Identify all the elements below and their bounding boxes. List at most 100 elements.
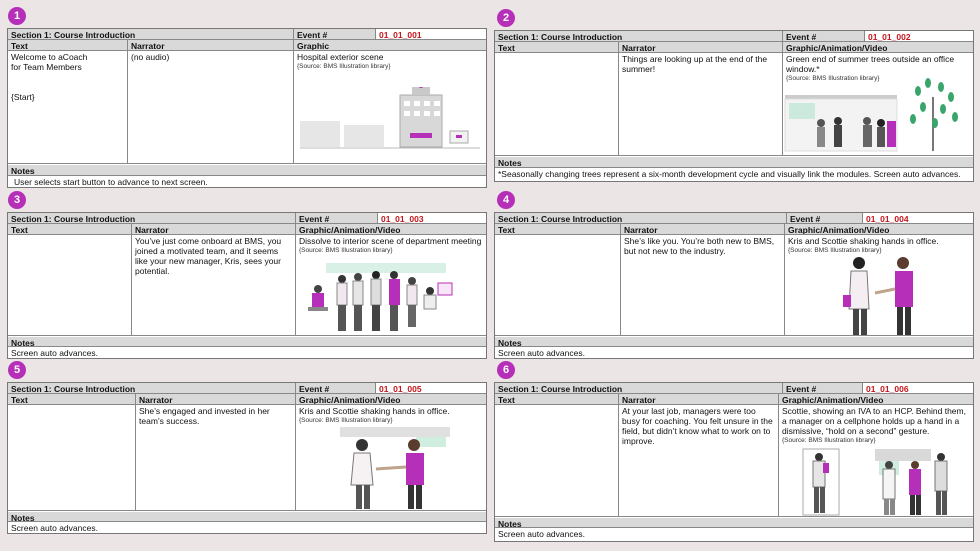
content-row: She’s like you. You’re both new to BMS, …	[495, 235, 973, 336]
narrator-text: She’s engaged and invested in her team’s…	[136, 405, 296, 510]
column-header-row: Text Narrator Graphic	[8, 40, 486, 51]
section-header-row: Section 1: Course Introduction Event # 0…	[495, 383, 973, 394]
notes-header-row: Notes	[8, 337, 486, 347]
narrator-column-header: Narrator	[619, 394, 779, 404]
narrator-column-header: Narrator	[619, 42, 783, 52]
section-header-row: Section 1: Course Introduction Event # 0…	[8, 383, 486, 394]
screen-text	[8, 405, 136, 510]
event-label: Event #	[296, 383, 376, 393]
content-row: At your last job, managers were too busy…	[495, 405, 973, 517]
narrator-column-header: Narrator	[136, 394, 296, 404]
screen-text-line	[11, 82, 124, 92]
notes-header-row: Notes	[8, 165, 486, 176]
storyboard-frame-6: Section 1: Course Introduction Event # 0…	[494, 382, 974, 542]
panel-number-badge: 5	[8, 361, 26, 379]
narrator-column-header: Narrator	[621, 224, 785, 234]
notes-text: Screen auto advances.	[498, 348, 585, 358]
panel-number-badge: 4	[497, 191, 515, 209]
start-button-text: {Start}	[11, 92, 35, 102]
handshake-illustration	[843, 257, 913, 335]
notes-label: Notes	[11, 338, 35, 346]
screen-text	[495, 53, 619, 155]
graphic-column-header: Graphic/Animation/Video	[299, 395, 401, 404]
event-number: 01_01_003	[378, 213, 486, 223]
event-number: 01_01_001	[376, 29, 486, 39]
graphic-cell: Green end of summer trees outside an off…	[783, 53, 973, 155]
graphic-cell: Hospital exterior scene {Source: BMS Ill…	[294, 51, 486, 163]
graphic-description: Green end of summer trees outside an off…	[786, 54, 955, 74]
narrator-text: (no audio)	[128, 51, 294, 163]
notes-text: Screen auto advances.	[11, 523, 98, 533]
event-label: Event #	[787, 213, 863, 223]
graphic-description: Dissolve to interior scene of department…	[299, 236, 482, 246]
graphic-description: Kris and Scottie shaking hands in office…	[299, 406, 450, 416]
graphic-cell: Dissolve to interior scene of department…	[296, 235, 486, 335]
graphic-description: Hospital exterior scene	[297, 52, 384, 62]
graphic-description: Scottie, showing an IVA to an HCP. Behin…	[782, 406, 966, 436]
panel-number-badge: 2	[497, 9, 515, 27]
section-title: Section 1: Course Introduction	[495, 213, 787, 223]
screen-text	[495, 235, 621, 335]
event-number: 01_01_006	[863, 383, 973, 393]
event-label: Event #	[783, 383, 863, 393]
iva-demo-illustration	[802, 448, 948, 516]
notes-header-row: Notes	[495, 337, 973, 347]
screen-text: Welcome to aCoach for Team Members {Star…	[8, 51, 128, 163]
event-label: Event #	[783, 31, 865, 41]
screen-text-line: for Team Members	[11, 62, 82, 72]
section-title: Section 1: Course Introduction	[8, 383, 296, 393]
text-column-header: Text	[8, 224, 132, 234]
narrator-text: At your last job, managers were too busy…	[619, 405, 779, 516]
text-column-header: Text	[495, 394, 619, 404]
narrator-text: You’ve just come onboard at BMS, you joi…	[132, 235, 296, 335]
section-title: Section 1: Course Introduction	[495, 31, 783, 41]
text-column-header: Text	[495, 224, 621, 234]
graphic-source: {Source: BMS Illustration library}	[782, 437, 876, 444]
graphic-column-header: Graphic/Animation/Video	[786, 43, 888, 52]
screen-text-line: Welcome to aCoach	[11, 52, 88, 62]
graphic-column-header: Graphic/Animation/Video	[299, 225, 401, 234]
notes-label: Notes	[11, 166, 35, 175]
notes-text: User selects start button to advance to …	[14, 177, 208, 187]
text-column-header: Text	[8, 394, 136, 404]
section-header-row: Section 1: Course Introduction Event # 0…	[495, 213, 973, 224]
content-row: Welcome to aCoach for Team Members {Star…	[8, 51, 486, 164]
section-header-row: Section 1: Course Introduction Event # 0…	[495, 31, 973, 42]
notes-header-row: Notes	[495, 518, 973, 528]
notes-label: Notes	[498, 338, 522, 346]
notes-header-row: Notes	[495, 157, 973, 168]
handshake-office-illustration	[340, 427, 450, 509]
storyboard-frame-4: Section 1: Course Introduction Event # 0…	[494, 212, 974, 359]
event-number: 01_01_002	[865, 31, 973, 41]
section-title: Section 1: Course Introduction	[495, 383, 783, 393]
section-title: Section 1: Course Introduction	[8, 213, 296, 223]
section-header-row: Section 1: Course Introduction Event # 0…	[8, 213, 486, 224]
notes-text: Screen auto advances.	[11, 348, 98, 358]
column-header-row: Text Narrator Graphic/Animation/Video	[8, 394, 486, 405]
column-header-row: Text Narrator Graphic/Animation/Video	[495, 42, 973, 53]
event-number: 01_01_005	[376, 383, 486, 393]
text-column-header: Text	[8, 40, 128, 50]
panel-number-badge: 1	[8, 7, 26, 25]
graphic-source: {Source: BMS Illustration library}	[299, 417, 393, 424]
storyboard-frame-1: Section 1: Course Introduction Event # 0…	[7, 28, 487, 188]
screen-text	[495, 405, 619, 516]
notes-text: *Seasonally changing trees represent a s…	[498, 169, 961, 179]
section-title: Section 1: Course Introduction	[8, 29, 294, 39]
narrator-text: She’s like you. You’re both new to BMS, …	[621, 235, 785, 335]
graphic-column-header: Graphic	[297, 41, 330, 50]
notes-label: Notes	[498, 158, 522, 167]
screen-text-line	[11, 72, 124, 82]
graphic-source: {Source: BMS Illustration library}	[297, 63, 391, 70]
graphic-column-header: Graphic/Animation/Video	[788, 225, 890, 234]
content-row: Things are looking up at the end of the …	[495, 53, 973, 156]
narrator-text: Things are looking up at the end of the …	[619, 53, 783, 155]
graphic-cell: Scottie, showing an IVA to an HCP. Behin…	[779, 405, 973, 516]
hospital-illustration	[300, 87, 480, 149]
storyboard-frame-2: Section 1: Course Introduction Event # 0…	[494, 30, 974, 182]
storyboard-frame-3: Section 1: Course Introduction Event # 0…	[7, 212, 487, 359]
graphic-cell: Kris and Scottie shaking hands in office…	[785, 235, 973, 335]
screen-text	[8, 235, 132, 335]
column-header-row: Text Narrator Graphic/Animation/Video	[495, 394, 973, 405]
storyboard-frame-5: Section 1: Course Introduction Event # 0…	[7, 382, 487, 534]
